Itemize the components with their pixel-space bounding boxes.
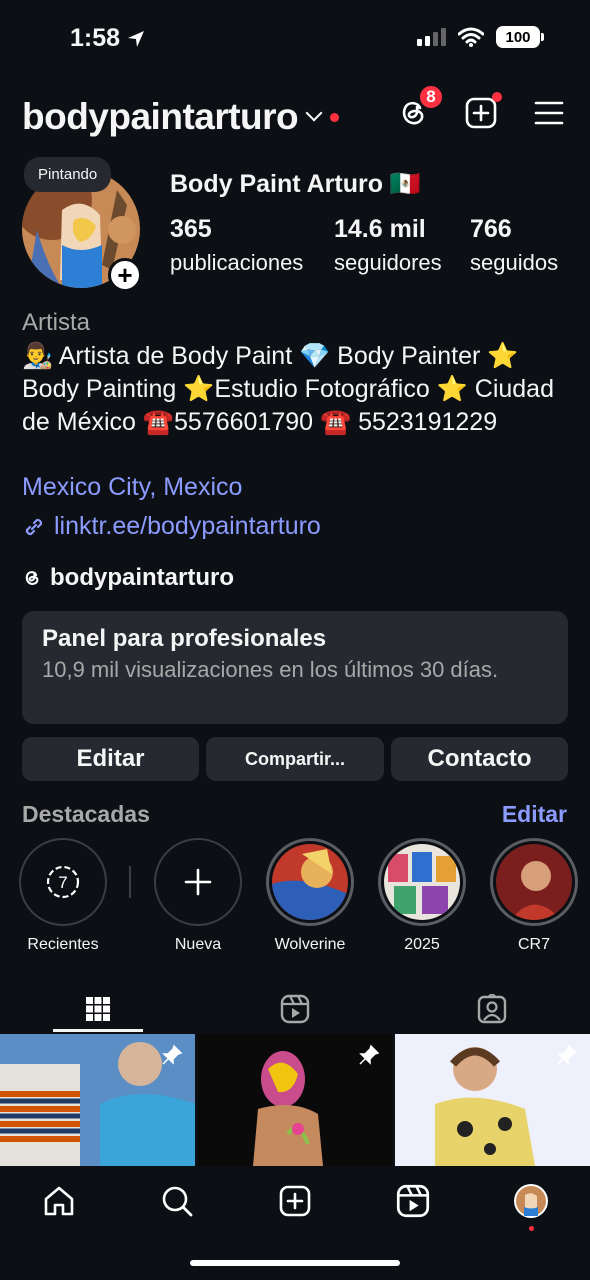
active-tab-indicator [53, 1029, 143, 1032]
username-title: bodypaintarturo [22, 96, 299, 137]
status-indicators: 100 [417, 26, 544, 48]
tagged-user-icon [477, 994, 507, 1024]
profile-note[interactable]: Pintando [24, 157, 112, 192]
profile-category: Artista [22, 309, 91, 336]
header-actions: 8 [396, 84, 566, 130]
highlight-wolverine[interactable]: Wolverine [265, 838, 355, 954]
svg-text:7: 7 [58, 873, 67, 892]
highlight-new[interactable]: Nueva [153, 838, 243, 954]
post-thumbnail[interactable] [197, 1034, 393, 1166]
home-icon [44, 1186, 74, 1216]
location-arrow-icon [128, 30, 145, 47]
nav-create[interactable] [275, 1181, 315, 1221]
nav-search[interactable] [157, 1181, 197, 1221]
display-name: Body Paint Arturo 🇲🇽 [170, 170, 422, 198]
hamburger-menu-icon [534, 101, 564, 125]
notification-dot [330, 112, 340, 122]
highlight-2025[interactable]: 2025 [377, 838, 467, 954]
create-button[interactable] [464, 92, 502, 130]
edit-highlights-link[interactable]: Editar [502, 801, 567, 828]
highlight-cover [272, 844, 348, 920]
share-profile-button[interactable]: Compartir... [206, 737, 384, 781]
menu-button[interactable] [532, 96, 566, 130]
pinned-icon [359, 1044, 380, 1065]
contact-button[interactable]: Contacto [391, 737, 568, 781]
wifi-icon [458, 27, 484, 47]
reels-icon [280, 994, 310, 1024]
chevron-down-icon [305, 104, 323, 122]
nav-reels[interactable] [393, 1181, 433, 1221]
stat-followers[interactable]: 14.6 mil seguidores [334, 215, 442, 276]
profile-avatar-icon [514, 1184, 548, 1218]
add-square-icon [279, 1185, 311, 1217]
profile-link[interactable]: linktr.ee/bodypaintarturo [22, 512, 321, 541]
pinned-icon [161, 1044, 183, 1065]
reels-icon [396, 1184, 430, 1218]
highlights-divider [129, 866, 131, 898]
highlight-recientes[interactable]: 7 Recientes [18, 838, 108, 954]
threads-icon [25, 571, 39, 585]
professional-dashboard[interactable]: Panel para profesionales 10,9 mil visual… [22, 611, 568, 724]
nav-profile[interactable] [511, 1181, 551, 1231]
nav-home[interactable] [39, 1181, 79, 1221]
profile-notification-dot [529, 1226, 534, 1231]
recent-count-icon: 7 [46, 865, 80, 899]
tab-tagged[interactable] [394, 985, 590, 1033]
threads-button[interactable]: 8 [396, 84, 444, 130]
stat-posts[interactable]: 365 publicaciones [170, 215, 303, 276]
post-thumbnail[interactable] [395, 1034, 590, 1166]
add-story-button[interactable]: + [108, 258, 142, 292]
cellular-signal-icon [417, 28, 446, 46]
profile-tabs [0, 985, 590, 1033]
search-icon [162, 1186, 193, 1217]
edit-profile-button[interactable]: Editar [22, 737, 199, 781]
link-icon [25, 518, 43, 535]
plus-icon [184, 868, 212, 896]
threads-profile-link[interactable]: bodypaintarturo [22, 564, 234, 592]
posts-grid [0, 1034, 590, 1166]
stat-following[interactable]: 766 seguidos [470, 215, 558, 276]
grid-icon [86, 997, 110, 1021]
threads-badge: 8 [418, 84, 444, 110]
profile-location[interactable]: Mexico City, Mexico [22, 473, 242, 502]
add-square-icon [465, 97, 497, 129]
highlight-cr7[interactable]: CR7 [489, 838, 579, 954]
tab-posts-grid[interactable] [0, 985, 196, 1033]
highlight-cover [384, 844, 460, 920]
profile-bio: 👨‍🎨 Artista de Body Paint 💎 Body Painter… [22, 342, 554, 436]
battery-indicator: 100 [496, 26, 544, 48]
create-notification-dot [492, 92, 502, 102]
highlight-cover [496, 844, 572, 920]
status-time: 1:58 [70, 24, 146, 53]
post-thumbnail[interactable] [0, 1034, 195, 1166]
pinned-icon [557, 1044, 578, 1065]
tab-reels[interactable] [197, 985, 393, 1033]
home-indicator[interactable] [190, 1260, 400, 1266]
account-switcher[interactable]: bodypaintarturo [22, 96, 340, 138]
highlights-title: Destacadas [22, 801, 150, 827]
